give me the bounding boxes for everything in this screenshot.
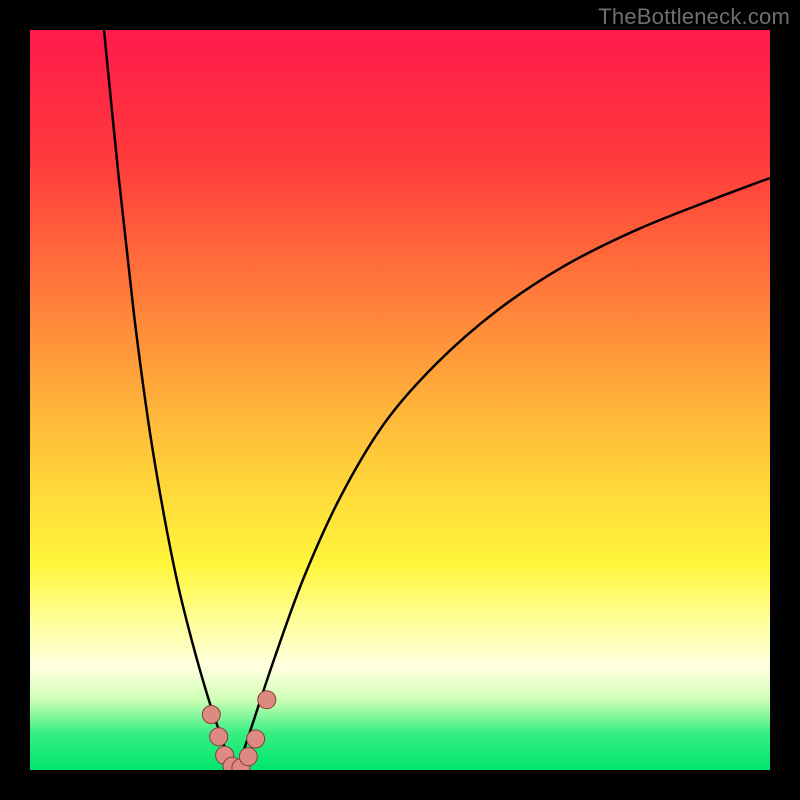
highlight-dot: [258, 691, 276, 709]
highlight-dot: [210, 728, 228, 746]
chart-svg: [30, 30, 770, 770]
highlight-dot: [239, 748, 257, 766]
highlight-dot: [247, 730, 265, 748]
bottleneck-plot: [30, 30, 770, 770]
highlight-dot: [202, 706, 220, 724]
gradient-background: [30, 30, 770, 770]
chart-frame: TheBottleneck.com: [0, 0, 800, 800]
watermark-text: TheBottleneck.com: [598, 4, 790, 30]
